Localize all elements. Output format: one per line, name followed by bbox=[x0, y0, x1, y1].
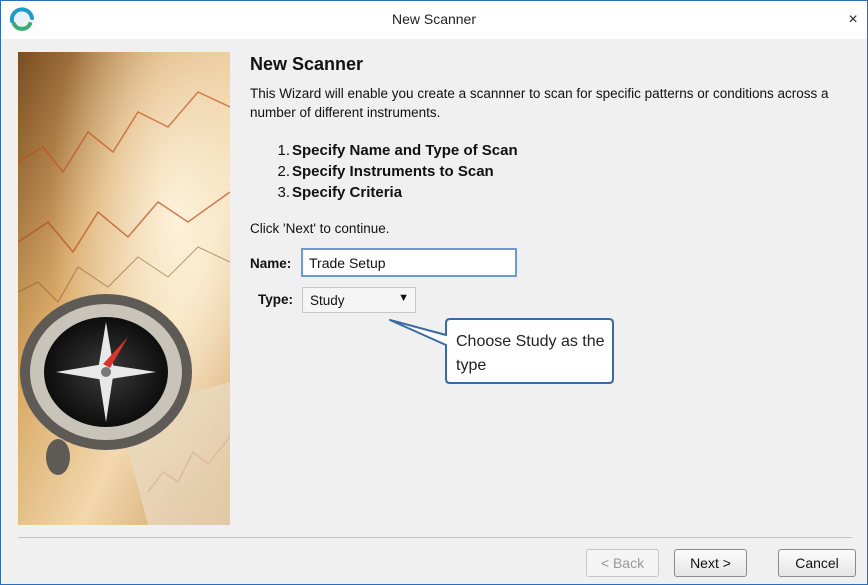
step-number: 2. bbox=[277, 163, 290, 180]
dropdown-arrow-icon: ▼ bbox=[398, 292, 409, 304]
step-item: 2. Specify Instruments to Scan bbox=[250, 161, 518, 182]
continue-hint: Click 'Next' to continue. bbox=[250, 221, 390, 236]
compass-chart-image bbox=[18, 52, 230, 525]
cancel-button[interactable]: Cancel bbox=[778, 549, 856, 577]
wizard-description: This Wizard will enable you create a sca… bbox=[250, 86, 829, 120]
step-label: Specify Instruments to Scan bbox=[292, 163, 494, 180]
window-title: New Scanner bbox=[391, 11, 477, 27]
callout-text: Choose Study as the type bbox=[456, 333, 605, 374]
step-number: 1. bbox=[277, 142, 290, 159]
footer-divider bbox=[18, 537, 852, 538]
type-selected-value: Study bbox=[310, 293, 345, 308]
step-number: 3. bbox=[277, 184, 290, 201]
type-select[interactable]: Study ▼ bbox=[302, 287, 416, 313]
type-label: Type: bbox=[258, 292, 294, 307]
back-button[interactable]: < Back bbox=[586, 549, 659, 577]
step-item: 1. Specify Name and Type of Scan bbox=[250, 140, 518, 161]
step-label: Specify Criteria bbox=[292, 184, 403, 201]
step-item: 3. Specify Criteria bbox=[250, 182, 518, 203]
name-input[interactable] bbox=[301, 248, 517, 277]
page-title: New Scanner bbox=[250, 54, 364, 74]
next-button[interactable]: Next > bbox=[674, 549, 747, 577]
steps-list: 1. Specify Name and Type of Scan 2. Specif… bbox=[250, 140, 518, 203]
title-bar[interactable]: New Scanner × bbox=[1, 1, 867, 39]
wizard-window: New Scanner × New Scanner This Wizard wi… bbox=[0, 0, 868, 585]
name-label: Name: bbox=[250, 256, 292, 271]
close-button[interactable]: × bbox=[839, 1, 867, 39]
step-label: Specify Name and Type of Scan bbox=[292, 142, 518, 159]
